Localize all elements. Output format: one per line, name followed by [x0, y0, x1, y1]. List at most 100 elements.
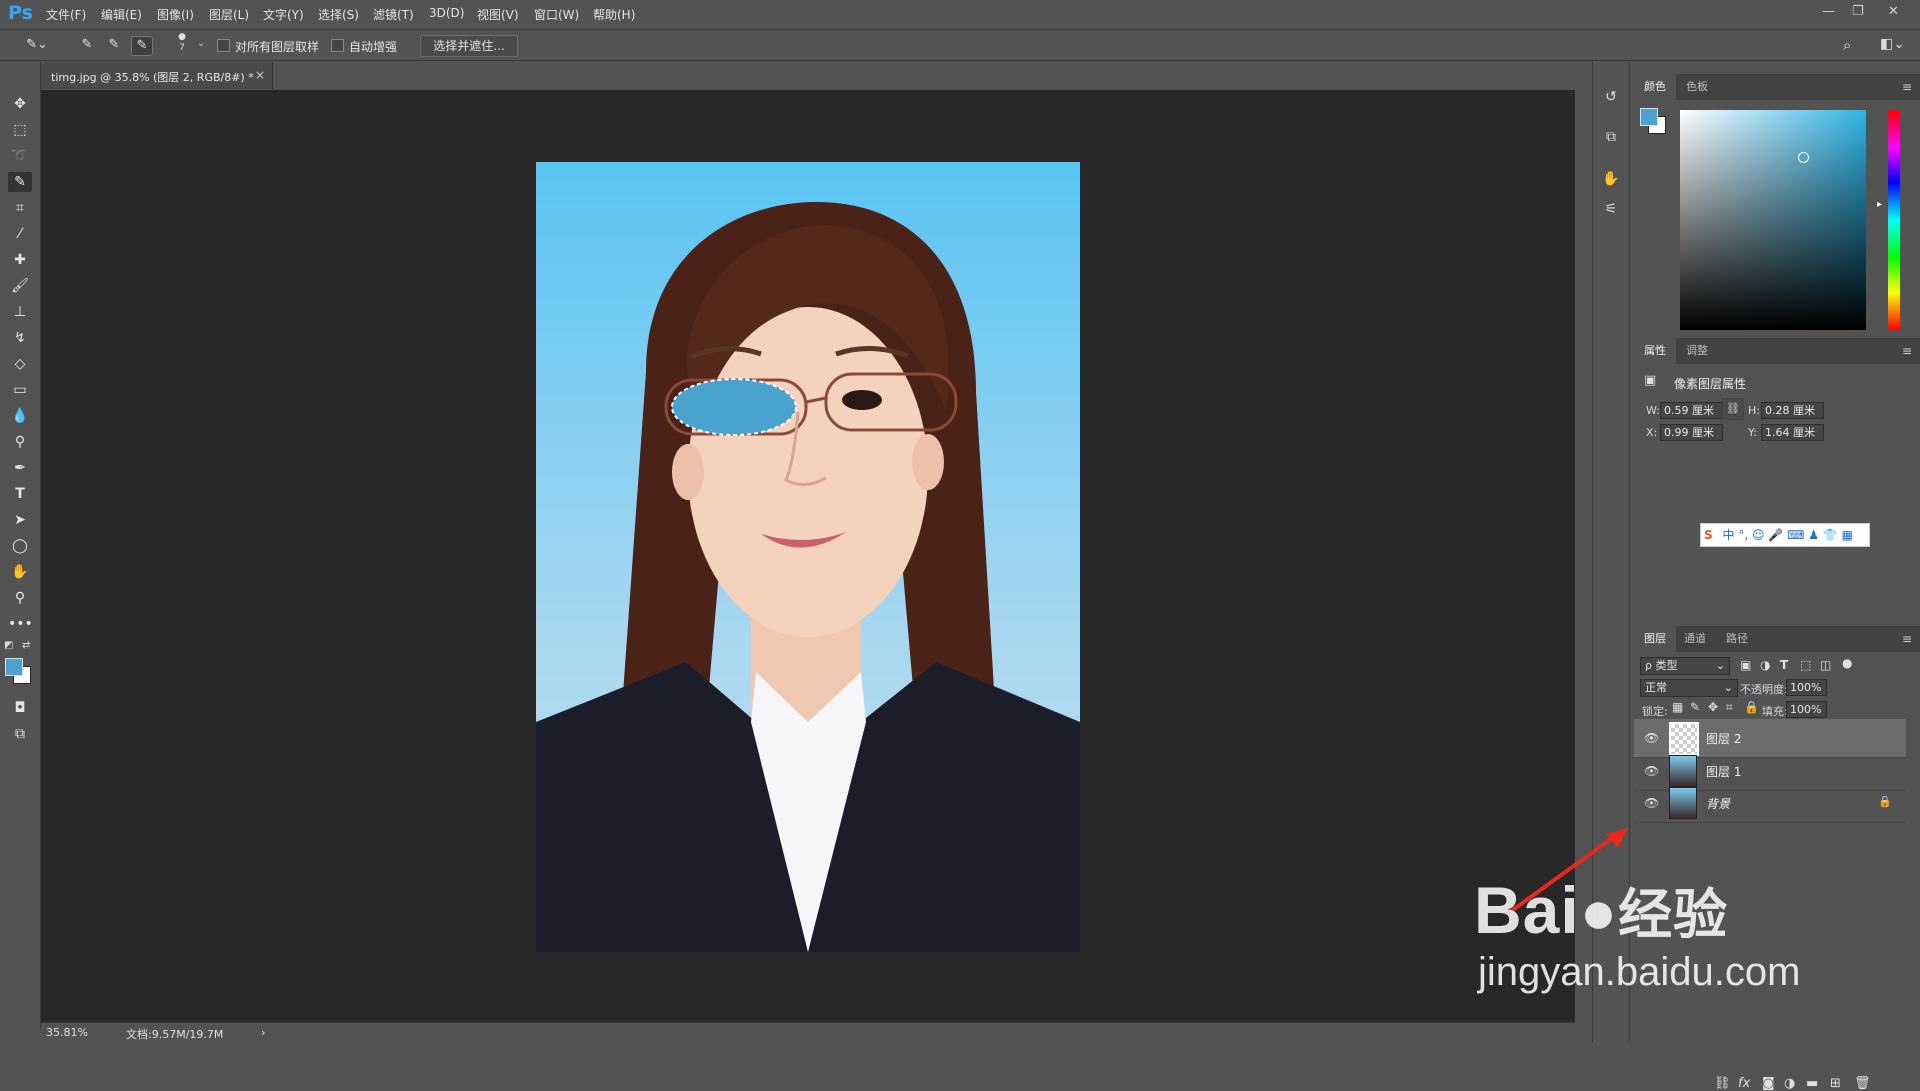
default-colors-icon[interactable]: ◩ [4, 640, 13, 651]
lock-position-icon[interactable]: ✥ [1708, 700, 1718, 714]
close-tab-icon[interactable]: × [255, 68, 265, 82]
minimize-button[interactable]: — [1822, 4, 1835, 19]
document-canvas[interactable] [536, 162, 1080, 952]
menu-filter[interactable]: 滤镜(T) [373, 6, 414, 23]
history-panel-icon[interactable]: ↺ [1600, 86, 1622, 108]
hue-slider[interactable] [1888, 110, 1900, 330]
menu-view[interactable]: 视图(V) [477, 6, 519, 23]
layer-name[interactable]: 背景 [1706, 795, 1730, 812]
color-panel-menu-icon[interactable]: ≡ [1902, 80, 1912, 94]
ime-user-icon[interactable]: ♟ [1808, 528, 1819, 542]
eraser-tool-icon[interactable]: ◇ [8, 354, 32, 374]
pen-tool-icon[interactable]: ✒ [8, 458, 32, 478]
selected-eye-patch[interactable] [671, 378, 797, 436]
sample-all-layers-checkbox[interactable] [217, 39, 230, 52]
eye-icon[interactable]: 👁 [1644, 796, 1659, 810]
brush-panel-icon[interactable]: ✋ [1600, 168, 1622, 190]
eye-icon[interactable]: 👁 [1644, 731, 1659, 745]
ime-keyboard-icon[interactable]: ⌨ [1787, 528, 1804, 542]
adjustment-layer-icon[interactable]: ◑ [1784, 1076, 1795, 1091]
move-tool-icon[interactable]: ✥ [8, 94, 32, 114]
auto-enhance-checkbox[interactable] [331, 39, 344, 52]
add-mask-icon[interactable]: ◙ [1762, 1076, 1775, 1091]
hand-tool-icon[interactable]: ✋ [8, 562, 32, 582]
adjust-panel-icon[interactable]: ⚟ [1600, 198, 1622, 220]
status-menu-arrow-icon[interactable]: › [261, 1026, 265, 1039]
lasso-tool-icon[interactable]: ➰ [8, 146, 32, 166]
document-tab[interactable]: timg.jpg @ 35.8% (图层 2, RGB/8#) * × [41, 62, 273, 89]
restore-button[interactable]: ❐ [1852, 4, 1864, 19]
properties-panel-menu-icon[interactable]: ≡ [1902, 344, 1912, 358]
color-picker-field[interactable] [1680, 110, 1866, 330]
select-and-mask-button[interactable]: 选择并遮住... [420, 35, 518, 57]
tab-color[interactable]: 颜色 [1634, 74, 1676, 100]
ime-punctuation-icon[interactable]: °, [1738, 528, 1748, 542]
path-selection-tool-icon[interactable]: ➤ [8, 510, 32, 530]
menu-window[interactable]: 窗口(W) [534, 6, 579, 23]
link-layers-icon[interactable]: ⛓ [1714, 1076, 1731, 1091]
tab-channels[interactable]: 通道 [1674, 626, 1716, 652]
brush-size-picker[interactable]: ● 7 [172, 32, 192, 58]
filter-type-icon[interactable]: T [1780, 658, 1788, 672]
clone-stamp-tool-icon[interactable]: ⊥ [8, 302, 32, 322]
brush-tool-icon[interactable]: 🖌 [8, 276, 32, 296]
menu-image[interactable]: 图像(I) [157, 6, 194, 23]
menu-type[interactable]: 文字(Y) [263, 6, 304, 23]
swap-colors-icon[interactable]: ⇄ [22, 640, 30, 651]
fill-field[interactable]: 100% [1786, 701, 1827, 718]
screen-mode-icon[interactable]: ⧉ [8, 724, 32, 744]
menu-edit[interactable]: 编辑(E) [101, 6, 142, 23]
new-selection-button[interactable]: ✎ [77, 36, 97, 54]
dodge-tool-icon[interactable]: ⚲ [8, 432, 32, 452]
new-group-icon[interactable]: ▬ [1806, 1076, 1818, 1091]
color-picker-cursor[interactable] [1798, 152, 1809, 163]
more-tools-icon[interactable]: ••• [8, 614, 33, 634]
lock-all-icon[interactable]: 🔒 [1744, 700, 1759, 714]
menu-file[interactable]: 文件(F) [46, 6, 86, 23]
gradient-tool-icon[interactable]: ▭ [8, 380, 32, 400]
y-field[interactable]: 1.64 厘米 [1761, 424, 1824, 441]
crop-tool-icon[interactable]: ⌗ [8, 198, 32, 218]
layers-panel-menu-icon[interactable]: ≡ [1902, 632, 1912, 646]
marquee-tool-icon[interactable]: ⬚ [8, 120, 32, 140]
tool-preset-picker[interactable]: ✎⌄ [20, 36, 54, 54]
zoom-level[interactable]: 35.81% [46, 1026, 88, 1039]
menu-select[interactable]: 选择(S) [318, 6, 359, 23]
lock-pixels-icon[interactable]: ✎ [1690, 700, 1700, 714]
blur-tool-icon[interactable]: 💧 [8, 406, 32, 426]
history-brush-tool-icon[interactable]: ↯ [8, 328, 32, 348]
x-field[interactable]: 0.99 厘米 [1660, 424, 1723, 441]
layer-name[interactable]: 图层 1 [1706, 763, 1741, 780]
blend-mode-select[interactable]: 正常 ⌄ [1640, 679, 1738, 697]
ime-mode-chinese[interactable]: 中 [1716, 528, 1734, 542]
layer-name[interactable]: 图层 2 [1706, 730, 1741, 747]
healing-brush-tool-icon[interactable]: ✚ [8, 250, 32, 270]
properties-panel-icon[interactable]: ⧉ [1600, 126, 1622, 148]
quick-selection-tool-icon[interactable]: ✎ [8, 172, 32, 192]
zoom-tool-icon[interactable]: ⚲ [8, 588, 32, 608]
tab-swatches[interactable]: 色板 [1676, 74, 1718, 100]
workspace-switcher-icon[interactable]: ◧⌄ [1880, 36, 1905, 52]
ellipse-tool-icon[interactable]: ◯ [8, 536, 32, 556]
filter-adjustment-icon[interactable]: ◑ [1760, 658, 1770, 672]
tab-adjustments[interactable]: 调整 [1676, 338, 1718, 364]
ime-toolbar[interactable]: S 中 °, ☺ 🎤 ⌨ ♟ 👕 ▦ [1700, 523, 1870, 547]
layer-style-icon[interactable]: fx [1738, 1076, 1750, 1091]
layer-row-background[interactable]: 👁 背景 🔒 [1634, 784, 1906, 823]
new-layer-icon[interactable]: ⊞ [1830, 1076, 1841, 1091]
close-window-button[interactable]: ✕ [1888, 4, 1899, 19]
ime-voice-icon[interactable]: 🎤 [1768, 528, 1783, 542]
type-tool-icon[interactable]: T [8, 484, 32, 504]
tab-properties[interactable]: 属性 [1634, 338, 1676, 364]
menu-layer[interactable]: 图层(L) [209, 6, 249, 23]
foreground-color-swatch[interactable] [5, 658, 23, 676]
filter-toggle-icon[interactable]: ● [1842, 656, 1852, 670]
filter-smart-object-icon[interactable]: ◫ [1820, 658, 1831, 672]
filter-pixel-icon[interactable]: ▣ [1740, 658, 1751, 672]
ime-emoji-icon[interactable]: ☺ [1752, 528, 1765, 542]
link-dimensions-icon[interactable]: ⛓ [1722, 398, 1744, 420]
lock-artboard-icon[interactable]: ⌗ [1726, 700, 1733, 715]
menu-3d[interactable]: 3D(D) [429, 6, 464, 20]
subtract-selection-button[interactable]: ✎ [131, 36, 153, 56]
ime-skin-icon[interactable]: 👕 [1823, 528, 1838, 542]
